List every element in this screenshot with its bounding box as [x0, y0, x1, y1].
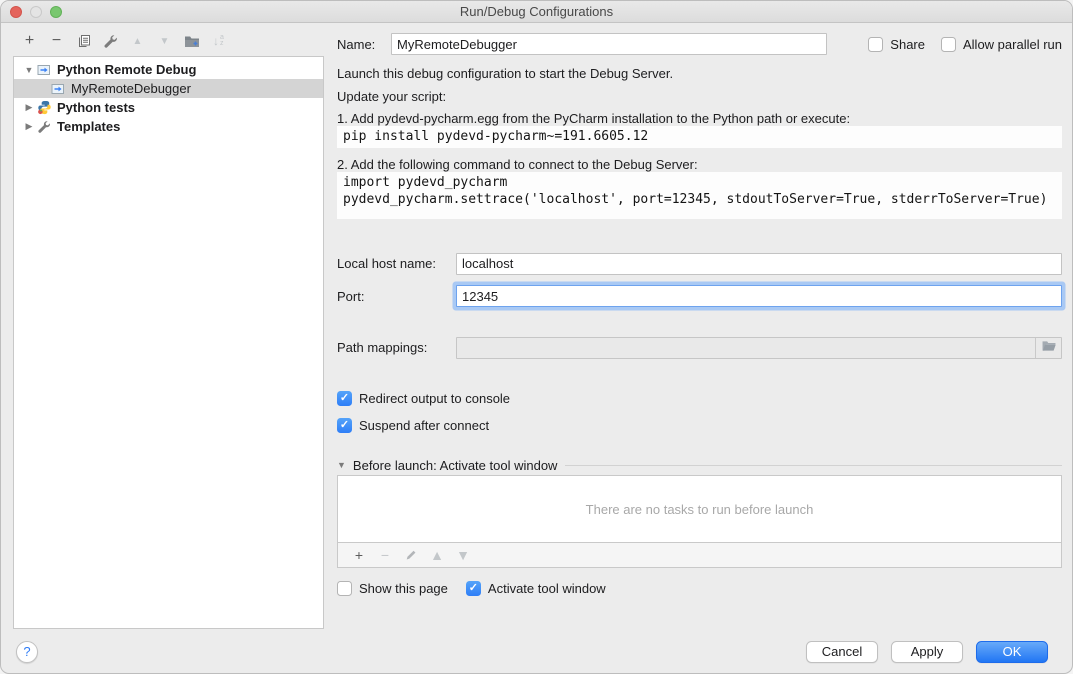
configurations-toolbar: + − ▲ ▼ ↓az [16, 30, 232, 52]
help-button[interactable]: ? [16, 641, 38, 663]
allow-parallel-run-label: Allow parallel run [963, 37, 1062, 52]
remove-task-icon[interactable]: − [372, 544, 398, 566]
tree-item-label: Python Remote Debug [57, 62, 196, 77]
instruction-step-2: 2. Add the following command to connect … [337, 157, 1062, 172]
tree-item-label: MyRemoteDebugger [71, 81, 191, 96]
instruction-line-2: Update your script: [337, 89, 1062, 104]
port-label: Port: [337, 289, 456, 304]
move-up-icon[interactable]: ▲ [124, 30, 151, 52]
share-option[interactable]: Share [868, 37, 925, 52]
remove-configuration-icon[interactable]: − [43, 30, 70, 52]
edit-task-pencil-icon[interactable] [398, 544, 424, 566]
show-this-page-label: Show this page [359, 581, 448, 596]
configurations-tree: ▼ Python Remote Debug MyRemoteDebugger ▶… [13, 56, 324, 629]
browse-path-mappings-button[interactable] [1035, 338, 1061, 358]
name-label: Name: [337, 37, 391, 52]
settings-panel: Name: Share Allow parallel run Launch th… [337, 1, 1062, 674]
sort-alphabetically-icon[interactable]: ↓az [205, 30, 232, 52]
tree-item-templates[interactable]: ▶ Templates [14, 117, 323, 136]
local-host-name-input[interactable] [456, 253, 1062, 275]
suspend-after-connect-label: Suspend after connect [359, 418, 489, 433]
activate-tool-window-checkbox[interactable] [466, 581, 481, 596]
run-config-icon [50, 83, 66, 95]
edit-templates-wrench-icon[interactable] [97, 30, 124, 52]
copy-configuration-icon[interactable] [70, 30, 97, 52]
wrench-icon [36, 120, 52, 134]
move-task-up-icon[interactable]: ▲ [424, 544, 450, 566]
before-launch-tasks-list[interactable]: There are no tasks to run before launch [337, 475, 1062, 543]
settrace-code: import pydevd_pycharm pydevd_pycharm.set… [337, 172, 1062, 219]
new-folder-icon[interactable] [178, 30, 205, 52]
port-input[interactable] [456, 285, 1062, 307]
suspend-after-connect-checkbox[interactable] [337, 418, 352, 433]
redirect-output-checkbox[interactable] [337, 391, 352, 406]
zoom-window-button[interactable] [50, 6, 62, 18]
question-mark-icon: ? [23, 644, 30, 659]
tree-item-label: Python tests [57, 100, 135, 115]
name-input[interactable] [391, 33, 827, 55]
tree-item-python-remote-debug[interactable]: ▼ Python Remote Debug [14, 60, 323, 79]
python-tests-icon [36, 100, 52, 115]
cancel-button[interactable]: Cancel [806, 641, 878, 663]
collapse-arrow-icon[interactable]: ▶ [22, 102, 36, 113]
collapse-section-icon[interactable]: ▼ [337, 460, 346, 470]
section-divider [565, 465, 1062, 466]
add-task-icon[interactable]: + [346, 544, 372, 566]
share-label: Share [890, 37, 925, 52]
move-task-down-icon[interactable]: ▼ [450, 544, 476, 566]
ok-button[interactable]: OK [976, 641, 1048, 663]
pip-install-code: pip install pydevd-pycharm~=191.6605.12 [337, 126, 1062, 148]
tree-item-python-tests[interactable]: ▶ Python tests [14, 98, 323, 117]
add-configuration-icon[interactable]: + [16, 30, 43, 52]
collapse-arrow-icon[interactable]: ▶ [22, 121, 36, 132]
run-config-icon [36, 64, 52, 76]
move-down-icon[interactable]: ▼ [151, 30, 178, 52]
expand-arrow-icon[interactable]: ▼ [22, 65, 36, 75]
before-launch-title: Before launch: Activate tool window [353, 458, 558, 473]
minimize-window-button[interactable] [30, 6, 42, 18]
run-debug-configurations-dialog: Run/Debug Configurations + − ▲ ▼ ↓az ▼ P… [0, 0, 1073, 674]
allow-parallel-run-option[interactable]: Allow parallel run [941, 37, 1062, 52]
close-window-button[interactable] [10, 6, 22, 18]
show-this-page-checkbox[interactable] [337, 581, 352, 596]
share-checkbox[interactable] [868, 37, 883, 52]
redirect-output-label: Redirect output to console [359, 391, 510, 406]
tasks-toolbar: + − ▲ ▼ [337, 543, 1062, 568]
activate-tool-window-label: Activate tool window [488, 581, 606, 596]
tree-item-label: Templates [57, 119, 120, 134]
path-mappings-label: Path mappings: [337, 340, 456, 355]
apply-button[interactable]: Apply [891, 641, 963, 663]
before-launch-section-header[interactable]: ▼ Before launch: Activate tool window [337, 457, 1062, 473]
local-host-name-label: Local host name: [337, 256, 456, 271]
open-folder-icon [1041, 340, 1057, 355]
dialog-buttons: Cancel Apply OK [806, 641, 1048, 663]
empty-tasks-message: There are no tasks to run before launch [586, 502, 814, 517]
allow-parallel-run-checkbox[interactable] [941, 37, 956, 52]
instruction-line-1: Launch this debug configuration to start… [337, 66, 1062, 81]
instruction-step-1: 1. Add pydevd-pycharm.egg from the PyCha… [337, 111, 1062, 126]
tree-item-myremotedebugger[interactable]: MyRemoteDebugger [14, 79, 323, 98]
traffic-lights [10, 6, 62, 18]
path-mappings-input[interactable] [456, 337, 1062, 359]
